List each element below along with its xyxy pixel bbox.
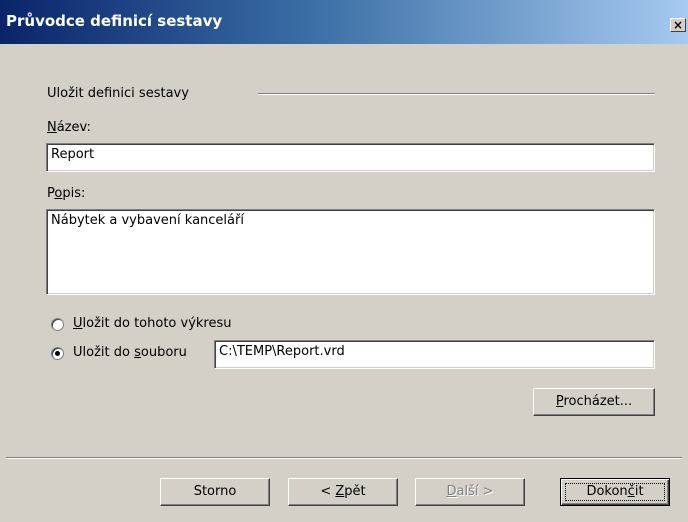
- browse-button[interactable]: Procházet...: [533, 388, 655, 416]
- title-bar: Průvodce definicí sestavy ×: [0, 0, 688, 44]
- finish-button[interactable]: Dokončit: [560, 478, 670, 506]
- save-to-drawing-label-accel: U: [73, 316, 83, 331]
- description-textarea[interactable]: Nábytek a vybavení kanceláří: [46, 209, 655, 295]
- back-label-accel: Z: [335, 484, 345, 499]
- save-to-drawing-radio[interactable]: [51, 318, 64, 331]
- footer-divider: [6, 457, 682, 459]
- next-label-accel: D: [446, 484, 457, 499]
- save-to-drawing-label[interactable]: Uložit do tohoto výkresu: [73, 316, 232, 331]
- finish-label-prefix: Dokon: [586, 484, 628, 499]
- name-label-accel: N: [47, 120, 57, 135]
- file-path-input[interactable]: C:\TEMP\Report.vrd: [214, 340, 655, 369]
- save-to-file-radio[interactable]: [51, 347, 64, 360]
- back-label-rest: pět: [344, 484, 366, 499]
- radio-selected-dot: [55, 351, 60, 356]
- name-label-rest: ázev:: [56, 120, 91, 135]
- save-to-drawing-label-rest: ložit do tohoto výkresu: [82, 316, 232, 331]
- finish-label-accel: č: [627, 484, 635, 499]
- section-divider: [258, 93, 655, 95]
- cancel-label: Storno: [193, 484, 237, 499]
- next-label: Další >: [446, 484, 493, 499]
- save-to-file-label-prefix: Uložit do: [73, 345, 135, 360]
- window-title: Průvodce definicí sestavy: [6, 12, 223, 30]
- next-label-rest: alší >: [456, 484, 494, 499]
- back-button[interactable]: < Zpět: [288, 478, 398, 506]
- next-button[interactable]: Další >: [415, 478, 525, 506]
- back-label-prefix: <: [320, 484, 336, 499]
- close-glyph: ×: [672, 18, 684, 32]
- close-icon[interactable]: ×: [670, 18, 686, 32]
- name-input[interactable]: Report: [46, 143, 655, 172]
- save-to-file-label-accel: s: [134, 345, 141, 360]
- browse-label-rest: rocházet...: [563, 394, 633, 409]
- section-heading: Uložit definici sestavy: [47, 86, 189, 101]
- save-to-file-label[interactable]: Uložit do souboru: [73, 345, 187, 360]
- finish-label-rest: it: [634, 484, 644, 499]
- description-label-rest: pis:: [62, 186, 86, 201]
- description-label: Popis:: [47, 186, 85, 201]
- save-to-file-label-rest: ouboru: [140, 345, 187, 360]
- name-label: Název:: [47, 120, 91, 135]
- finish-label: Dokončit: [586, 484, 643, 499]
- cancel-button[interactable]: Storno: [160, 478, 270, 506]
